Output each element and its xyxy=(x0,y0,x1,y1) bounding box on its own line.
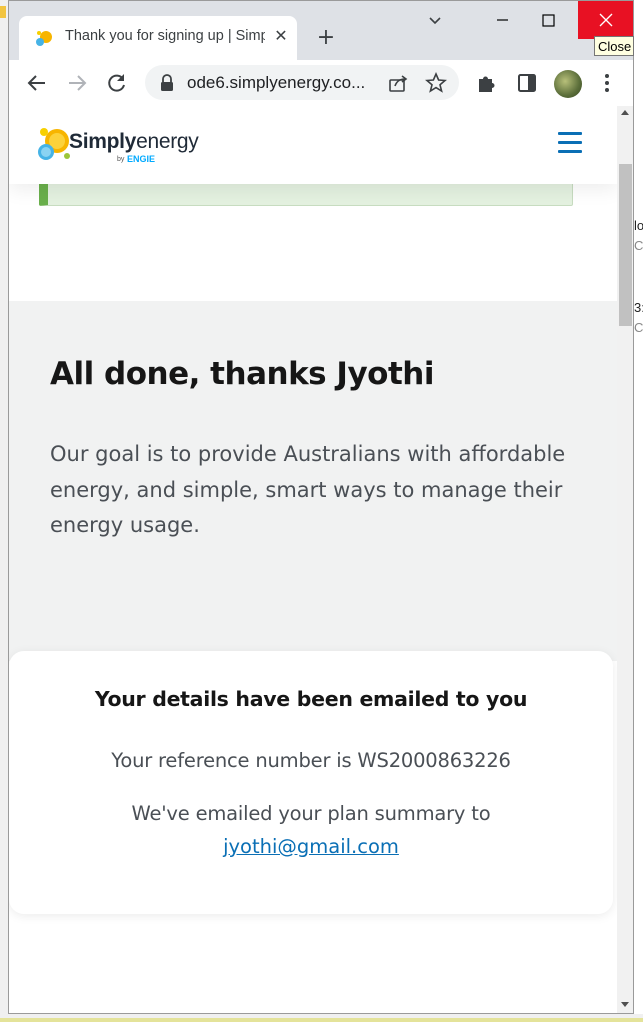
background-window-text: C xyxy=(634,238,643,253)
simply-energy-logo-text[interactable]: Simplyenergy xyxy=(69,130,199,154)
bookmark-star-icon[interactable] xyxy=(425,72,447,94)
extensions-puzzle-icon[interactable] xyxy=(475,71,499,95)
page-title: All done, thanks Jyothi xyxy=(50,356,434,392)
address-bar[interactable]: ode6.simplyenergy.co... xyxy=(145,65,459,100)
scroll-up-arrow-icon[interactable] xyxy=(621,110,629,115)
details-card: Your details have been emailed to you Yo… xyxy=(9,651,613,914)
lock-icon[interactable] xyxy=(159,74,175,92)
browser-window: Thank you for signing up | Simply Energy… xyxy=(8,0,634,1014)
browser-toolbar: ode6.simplyenergy.co... xyxy=(9,60,633,106)
reference-number-text: Your reference number is WS2000863226 xyxy=(111,749,511,772)
desktop-background xyxy=(0,0,8,1022)
background-window xyxy=(633,0,643,1022)
card-title: Your details have been emailed to you xyxy=(94,687,528,711)
taskbar-edge-line xyxy=(0,1018,643,1022)
new-tab-button[interactable]: + xyxy=(315,27,337,49)
logo-by-label: by xyxy=(117,156,125,163)
desktop-file-icon xyxy=(0,6,6,18)
tab-search-chevron-icon[interactable] xyxy=(425,11,445,31)
forward-arrow-icon[interactable] xyxy=(65,71,89,95)
goal-paragraph: Our goal is to provide Australians with … xyxy=(50,442,566,537)
reload-icon[interactable] xyxy=(105,71,129,95)
email-link[interactable]: jyothi@gmail.com xyxy=(9,835,613,858)
engie-logo-text: ENGIE xyxy=(127,154,156,164)
background-window-text: lo xyxy=(634,218,643,233)
site-header: Simplyenergy by ENGIE xyxy=(9,106,617,184)
share-icon[interactable] xyxy=(387,72,409,94)
url-text: ode6.simplyenergy.co... xyxy=(187,73,366,92)
tab-close-icon[interactable]: ✕ xyxy=(271,26,291,46)
simply-energy-logo-icon[interactable] xyxy=(35,124,71,162)
close-tooltip: Close xyxy=(594,36,634,56)
scroll-down-arrow-icon[interactable] xyxy=(621,1002,629,1007)
window-close-button[interactable] xyxy=(578,1,634,39)
tab-title: Thank you for signing up | Simply Energy xyxy=(65,28,265,44)
simply-energy-favicon-icon xyxy=(36,31,52,46)
background-window-text: C xyxy=(634,320,643,335)
background-window-text: 3: xyxy=(634,300,643,315)
back-arrow-icon[interactable] xyxy=(25,71,49,95)
maximize-button[interactable] xyxy=(535,1,581,39)
logo-brand-light: energy xyxy=(136,130,199,153)
hamburger-menu-icon[interactable] xyxy=(558,132,582,153)
side-panel-icon[interactable] xyxy=(515,71,539,95)
more-menu-icon[interactable] xyxy=(595,71,619,95)
logo-brand-bold: Simply xyxy=(69,130,137,153)
minimize-button[interactable] xyxy=(479,1,525,39)
browser-tab-active[interactable]: Thank you for signing up | Simply Energy… xyxy=(19,16,297,60)
page-scrollbar[interactable] xyxy=(617,106,633,1013)
page-viewport: Simplyenergy by ENGIE All done, thanks J… xyxy=(9,106,617,1013)
profile-avatar[interactable] xyxy=(554,70,582,98)
email-intro-text: We've emailed your plan summary to xyxy=(131,802,491,825)
scrollbar-thumb[interactable] xyxy=(619,164,632,326)
